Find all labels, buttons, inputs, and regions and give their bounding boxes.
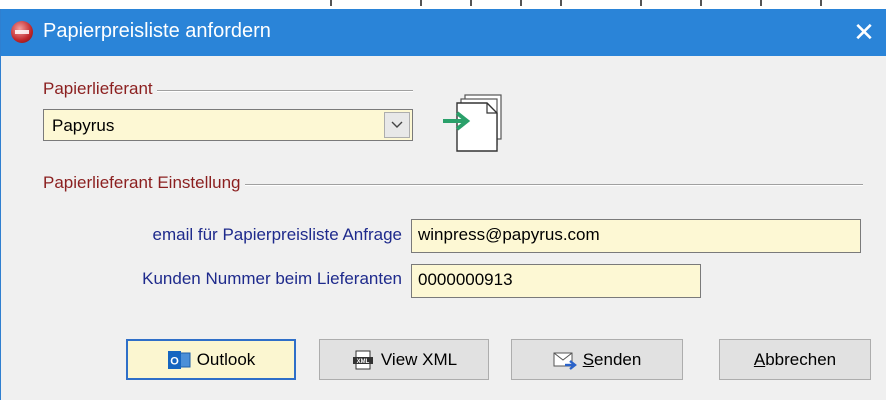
customer-number-field[interactable]: 0000000913: [411, 264, 701, 298]
cancel-button[interactable]: Abbrechen: [719, 339, 871, 380]
outlook-icon: O: [167, 350, 191, 370]
svg-text:XML: XML: [357, 359, 370, 365]
email-label: email für Papierpreisliste Anfrage: [152, 225, 402, 244]
dialog-window: Papierpreisliste anfordern ✕ Papierliefe…: [0, 9, 886, 400]
svg-text:O: O: [170, 355, 179, 367]
supplier-select-value: Papyrus: [52, 116, 115, 135]
customer-number-label: Kunden Nummer beim Lieferanten: [142, 269, 402, 288]
window-title: Papierpreisliste anfordern: [43, 20, 271, 42]
view-xml-button-label: View XML: [380, 349, 458, 369]
cancel-mnemonic: A: [753, 349, 766, 369]
background-window-strip: [0, 0, 886, 9]
send-label-rest: enden: [594, 349, 642, 369]
outlook-button-label: Outlook: [196, 349, 256, 369]
send-button[interactable]: Senden: [511, 339, 683, 380]
title-bar[interactable]: Papierpreisliste anfordern ✕: [1, 9, 886, 56]
chevron-down-icon[interactable]: [384, 112, 410, 138]
supplier-select[interactable]: Papyrus: [43, 109, 413, 141]
cancel-label-rest: bbrechen: [765, 349, 837, 369]
send-mnemonic: S: [582, 349, 595, 369]
supplier-group-label: Papierlieferant: [43, 79, 157, 99]
document-import-icon[interactable]: [441, 91, 513, 163]
cancel-button-label: Abbrechen: [754, 350, 836, 370]
email-field[interactable]: winpress@papyrus.com: [411, 219, 861, 253]
app-logo-icon: [11, 21, 33, 43]
outlook-button[interactable]: O Outlook: [126, 339, 296, 380]
send-button-label: Senden: [583, 350, 642, 370]
xml-file-icon: XML: [351, 350, 375, 370]
envelope-send-icon: [553, 350, 577, 370]
settings-group-label: Papierlieferant Einstellung: [43, 173, 245, 193]
close-button[interactable]: ✕: [845, 13, 883, 51]
view-xml-button[interactable]: XML View XML: [319, 339, 489, 380]
